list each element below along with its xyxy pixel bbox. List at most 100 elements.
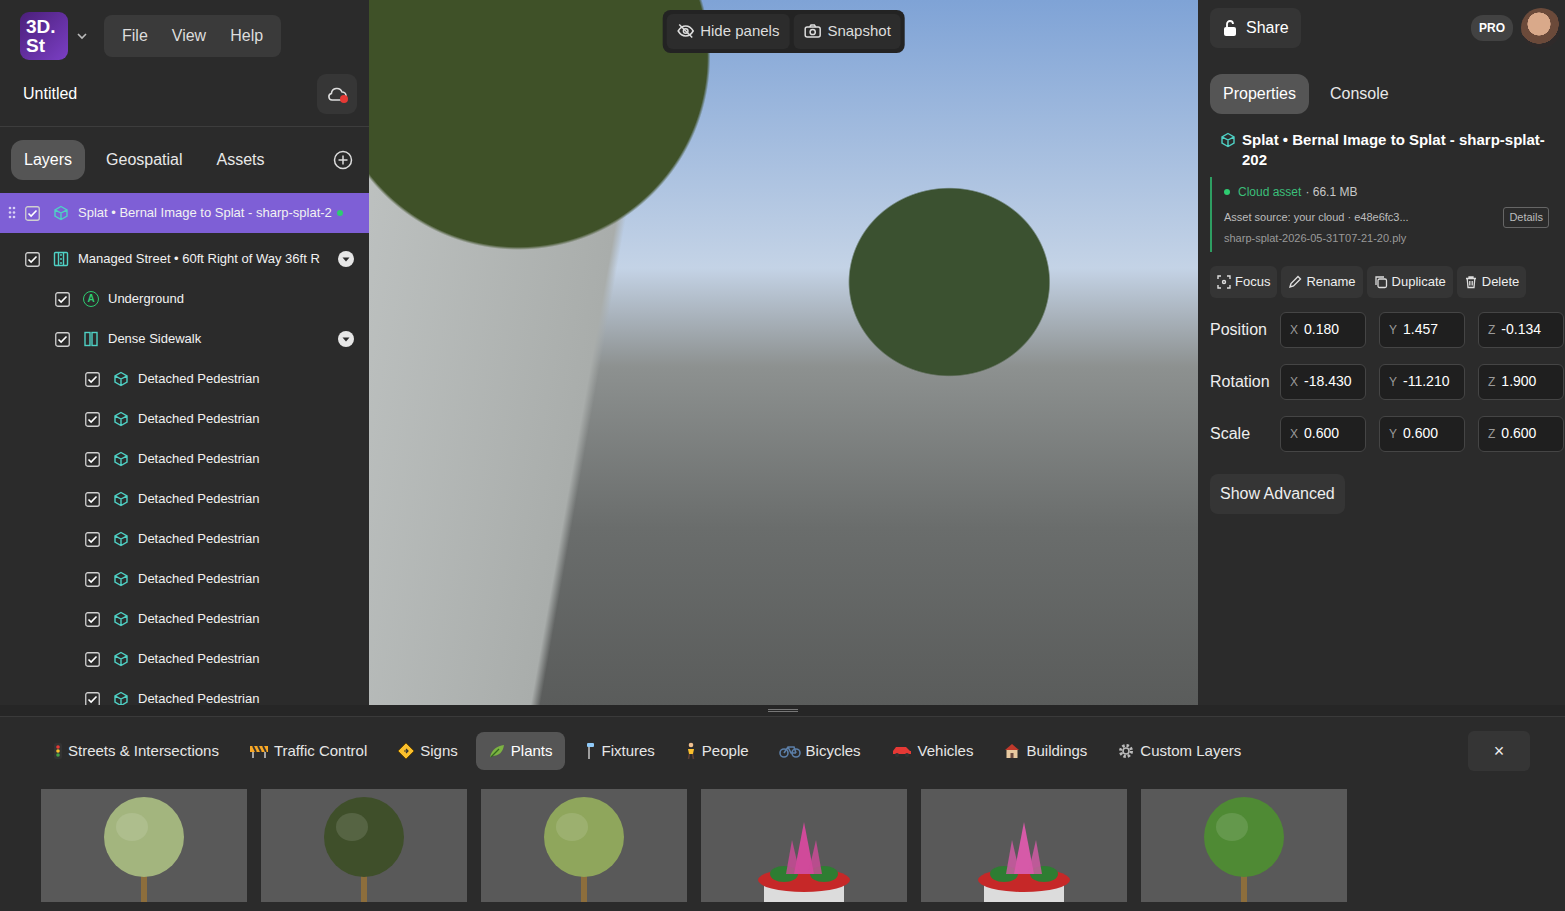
number-field[interactable]: X0.180 [1280, 312, 1366, 348]
action-button[interactable]: Rename [1281, 266, 1362, 298]
number-field[interactable]: Z0.600 [1478, 416, 1564, 452]
panel-tab[interactable]: Layers [11, 140, 85, 180]
layer-row[interactable]: Detached Pedestrian [0, 679, 369, 705]
asset-thumbnail[interactable] [261, 789, 467, 902]
layer-row[interactable]: Detached Pedestrian [0, 359, 369, 399]
asset-thumbnail[interactable] [701, 789, 907, 902]
category-tab[interactable]: Vehicles [879, 732, 986, 771]
number-field[interactable]: Y1.457 [1379, 312, 1465, 348]
field-value[interactable]: -18.430 [1304, 371, 1351, 392]
action-button[interactable]: Delete [1457, 266, 1527, 298]
menu-item[interactable]: File [110, 19, 160, 53]
category-tab[interactable]: Bicycles [767, 732, 873, 771]
asset-thumbnail[interactable] [481, 789, 687, 902]
visibility-checkbox[interactable] [85, 372, 100, 387]
viewport[interactable]: Hide panelsSnapshot [369, 0, 1198, 705]
visibility-checkbox[interactable] [25, 252, 40, 267]
layer-row[interactable]: Managed Street • 60ft Right of Way 36ft … [0, 239, 369, 279]
expand-chevron-icon[interactable] [337, 250, 355, 268]
add-icon[interactable] [333, 150, 353, 170]
visibility-checkbox[interactable] [85, 692, 100, 706]
category-tab[interactable]: People [673, 732, 761, 771]
visibility-checkbox[interactable] [85, 612, 100, 627]
category-tab[interactable]: Signs [385, 732, 470, 771]
field-value[interactable]: -0.134 [1501, 319, 1541, 340]
layer-name[interactable]: Detached Pedestrian [138, 609, 259, 629]
layer-row[interactable]: Detached Pedestrian [0, 439, 369, 479]
layer-name[interactable]: Detached Pedestrian [138, 449, 259, 469]
close-button[interactable]: × [1468, 731, 1530, 771]
visibility-checkbox[interactable] [55, 292, 70, 307]
visibility-checkbox[interactable] [25, 206, 40, 221]
field-value[interactable]: 1.900 [1501, 371, 1536, 392]
user-avatar[interactable] [1521, 8, 1561, 48]
layer-name[interactable]: Detached Pedestrian [138, 529, 259, 549]
project-title[interactable]: Untitled [23, 82, 77, 106]
visibility-checkbox[interactable] [85, 412, 100, 427]
visibility-checkbox[interactable] [85, 572, 100, 587]
layer-row[interactable]: Detached Pedestrian [0, 559, 369, 599]
number-field[interactable]: Y-11.210 [1379, 364, 1465, 400]
field-value[interactable]: 0.600 [1403, 423, 1438, 444]
layer-row[interactable]: Detached Pedestrian [0, 519, 369, 559]
category-tab[interactable]: Fixtures [571, 732, 667, 771]
layer-name[interactable]: Underground [108, 289, 184, 309]
action-button[interactable]: Duplicate [1367, 266, 1453, 298]
layer-row[interactable]: Detached Pedestrian [0, 399, 369, 439]
layer-name[interactable]: Detached Pedestrian [138, 409, 259, 429]
layer-name[interactable]: Detached Pedestrian [138, 569, 259, 589]
asset-thumbnail[interactable] [41, 789, 247, 902]
asset-thumbnail[interactable] [1141, 789, 1347, 902]
number-field[interactable]: Z-0.134 [1478, 312, 1564, 348]
number-field[interactable]: Y0.600 [1379, 416, 1465, 452]
visibility-checkbox[interactable] [55, 332, 70, 347]
panel-tab[interactable]: Properties [1210, 74, 1309, 114]
asset-thumbnail[interactable] [921, 789, 1127, 902]
layer-row[interactable]: Detached Pedestrian [0, 639, 369, 679]
category-tab[interactable]: Traffic Control [237, 732, 379, 771]
layer-name[interactable]: Managed Street • 60ft Right of Way 36ft … [78, 249, 320, 269]
layer-name[interactable]: Dense Sidewalk [108, 329, 201, 349]
layer-row[interactable]: Detached Pedestrian [0, 479, 369, 519]
layer-row[interactable]: AUnderground [0, 279, 369, 319]
visibility-checkbox[interactable] [85, 652, 100, 667]
share-button[interactable]: Share [1210, 8, 1301, 48]
menu-item[interactable]: Help [218, 19, 275, 53]
number-field[interactable]: X-18.430 [1280, 364, 1366, 400]
field-value[interactable]: -11.210 [1403, 371, 1449, 392]
visibility-checkbox[interactable] [85, 532, 100, 547]
field-value[interactable]: 0.180 [1304, 319, 1339, 340]
panel-tab[interactable]: Console [1317, 74, 1402, 114]
panel-tab[interactable]: Geospatial [93, 140, 196, 180]
snapshot-button[interactable]: Snapshot [793, 14, 900, 49]
expand-chevron-icon[interactable] [337, 330, 355, 348]
app-logo[interactable]: 3D.St [20, 12, 68, 60]
category-tab[interactable]: Custom Layers [1105, 732, 1253, 771]
field-value[interactable]: 0.600 [1501, 423, 1536, 444]
cloud-save-button[interactable] [317, 74, 357, 114]
number-field[interactable]: Z1.900 [1478, 364, 1564, 400]
layer-row[interactable]: Dense Sidewalk [0, 319, 369, 359]
visibility-checkbox[interactable] [85, 452, 100, 467]
action-button[interactable]: Focus [1210, 266, 1277, 298]
layer-row[interactable]: Splat • Bernal Image to Splat - sharp-sp… [0, 193, 369, 233]
visibility-checkbox[interactable] [85, 492, 100, 507]
chevron-down-icon[interactable] [76, 30, 88, 42]
hide-panels-button[interactable]: Hide panels [666, 14, 789, 49]
layer-name[interactable]: Detached Pedestrian [138, 369, 259, 389]
layer-row[interactable]: Detached Pedestrian [0, 599, 369, 639]
layer-name[interactable]: Splat • Bernal Image to Splat - sharp-sp… [78, 203, 332, 223]
layer-name[interactable]: Detached Pedestrian [138, 689, 259, 705]
field-value[interactable]: 1.457 [1403, 319, 1438, 340]
panel-resizer[interactable] [0, 705, 1565, 716]
category-tab[interactable]: Streets & Intersections [41, 732, 231, 771]
layer-name[interactable]: Detached Pedestrian [138, 649, 259, 669]
category-tab[interactable]: Buildings [991, 732, 1099, 771]
show-advanced-button[interactable]: Show Advanced [1210, 474, 1345, 514]
layer-name[interactable]: Detached Pedestrian [138, 489, 259, 509]
panel-tab[interactable]: Assets [204, 140, 278, 180]
category-tab[interactable]: Plants [476, 732, 565, 771]
number-field[interactable]: X0.600 [1280, 416, 1366, 452]
menu-item[interactable]: View [160, 19, 218, 53]
details-button[interactable]: Details [1503, 207, 1549, 228]
